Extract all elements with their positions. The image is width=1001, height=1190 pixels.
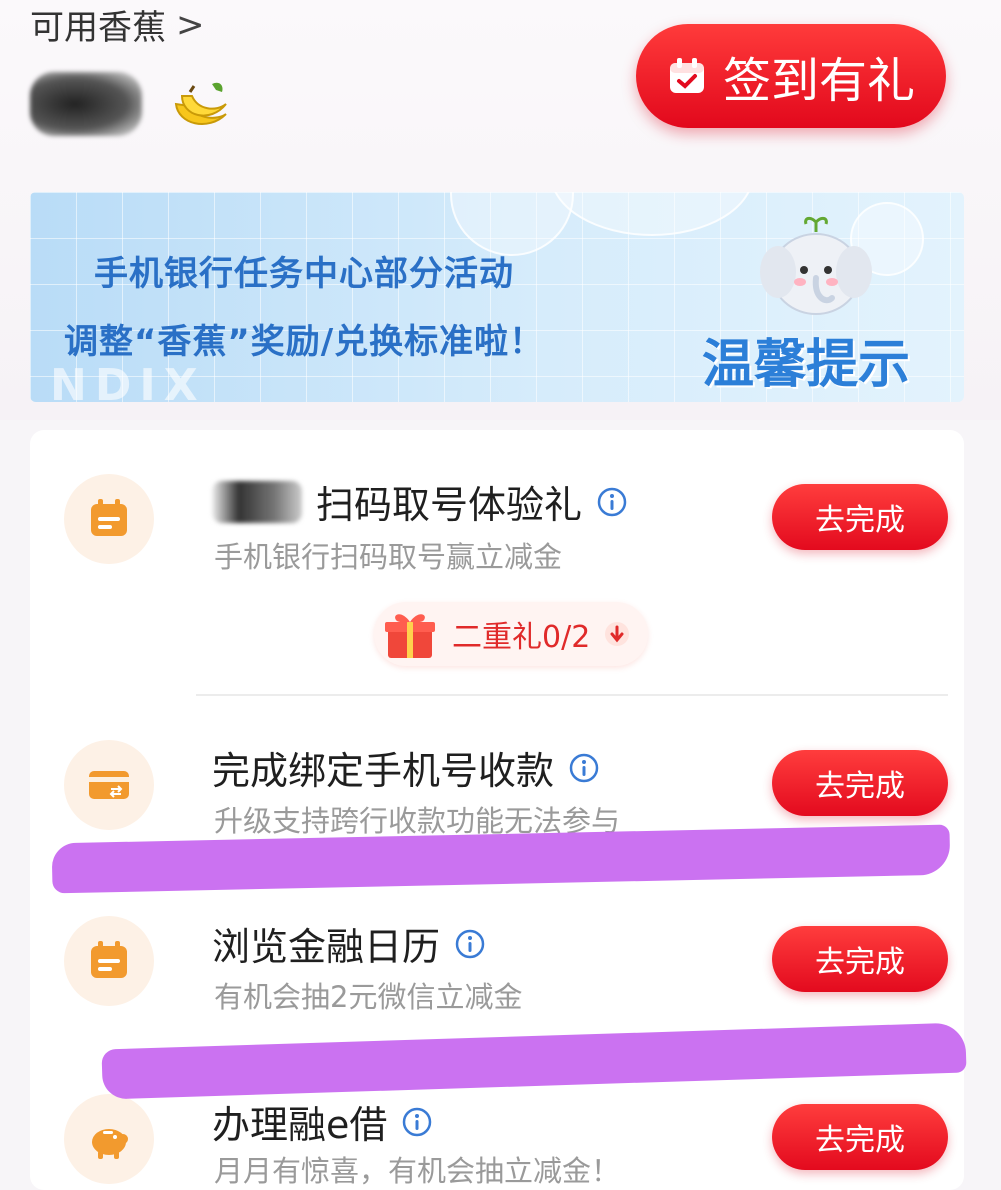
redacted-balance — [30, 72, 142, 136]
banner-line-1: 手机银行任务中心部分活动 — [94, 254, 514, 294]
task-complete-button[interactable]: 去完成 — [772, 1104, 948, 1170]
banner-title: 温馨提示 — [702, 335, 911, 395]
reward-progress-pill[interactable]: 二重礼0/2 — [374, 602, 649, 666]
chevron-right-icon: > — [176, 4, 205, 45]
task-complete-button[interactable]: 去完成 — [772, 750, 948, 816]
banner-deco-text: NDIX — [50, 360, 206, 402]
calendar-check-icon — [669, 58, 704, 93]
task-icon-wrapper — [64, 1094, 154, 1184]
reward-progress-text: 二重礼0/2 — [452, 620, 591, 655]
task-icon-wrapper — [64, 916, 154, 1006]
task-icon-wrapper — [64, 740, 154, 830]
piggy-bank-icon — [92, 1129, 128, 1159]
task-subtitle: 有机会抽2元微信立减金 — [214, 980, 523, 1014]
checkin-label: 签到有礼 — [722, 53, 915, 109]
task-title: 办理融e借 — [212, 1103, 388, 1147]
gift-icon — [385, 614, 435, 658]
divider — [196, 694, 948, 696]
task-title: 浏览金融日历 — [212, 925, 441, 969]
card-transfer-icon — [89, 771, 129, 799]
task-subtitle: 手机银行扫码取号赢立减金 — [214, 540, 563, 574]
task-complete-button[interactable]: 去完成 — [772, 484, 948, 550]
task-title-row: 浏览金融日历 — [212, 916, 486, 971]
task-icon-wrapper — [64, 474, 154, 564]
task-title-row: 扫码取号体验礼 — [212, 474, 628, 529]
banana-icon — [174, 82, 227, 125]
info-icon[interactable] — [454, 928, 486, 960]
info-icon[interactable] — [568, 752, 600, 784]
arrow-down-icon — [605, 622, 630, 646]
redacted-text — [212, 480, 302, 523]
task-complete-button[interactable]: 去完成 — [772, 926, 948, 992]
balance-row — [30, 72, 232, 136]
task-title: 完成绑定手机号收款 — [212, 749, 555, 793]
info-icon[interactable] — [596, 486, 628, 518]
task-title-row: 办理融e借 — [212, 1094, 433, 1149]
balance-label: 可用香蕉 — [30, 8, 166, 48]
task-subtitle: 月月有惊喜，有机会抽立减金！ — [214, 1154, 621, 1188]
info-icon[interactable] — [401, 1106, 433, 1138]
banner-line-2: 调整“香蕉”奖励/兑换标准啦！ — [64, 322, 545, 362]
balance-link[interactable]: 可用香蕉 > — [30, 0, 205, 49]
calendar-icon — [91, 499, 127, 536]
elephant-mascot-icon — [760, 216, 872, 315]
calendar-icon — [91, 941, 127, 978]
checkin-button[interactable]: 签到有礼 — [636, 24, 946, 128]
task-title-row: 完成绑定手机号收款 — [212, 740, 600, 795]
notice-banner[interactable]: NDIX 手机银行任务中心部分活动 调整“香蕉”奖励/兑换标准啦！ 温馨提示 — [30, 192, 964, 402]
task-title: 扫码取号体验礼 — [316, 483, 583, 527]
